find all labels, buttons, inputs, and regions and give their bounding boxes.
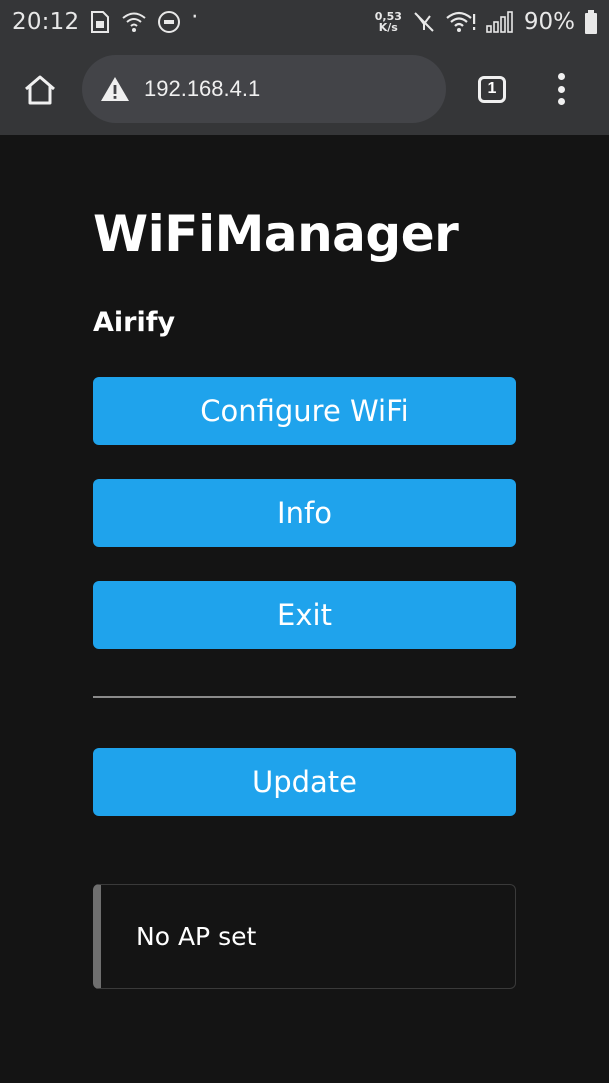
more-menu-icon-dot (557, 98, 565, 105)
status-bar: 20:12 · 0,53 K/s 90% (0, 0, 609, 44)
device-name: Airify (93, 307, 176, 338)
status-message: No AP set (136, 922, 257, 951)
home-icon (25, 75, 55, 105)
more-menu-icon-dot (557, 73, 565, 80)
browser-toolbar: 192.168.4.1 1 (0, 44, 609, 135)
address-bar[interactable]: 192.168.4.1 (82, 55, 446, 123)
tab-count: 1 (487, 80, 497, 97)
update-button[interactable]: Update (93, 748, 516, 816)
battery-icon (585, 10, 597, 34)
message-icon (157, 10, 181, 34)
speed-icon: 0,53 K/s (375, 11, 402, 33)
status-message-box: No AP set (93, 884, 516, 989)
status-left: 20:12 · (12, 5, 199, 36)
status-right: 0,53 K/s 90% (375, 9, 597, 35)
more-menu-icon-dot (557, 85, 565, 93)
exit-button[interactable]: Exit (93, 581, 516, 649)
more-menu-button[interactable] (545, 69, 577, 109)
mute-icon (412, 10, 436, 34)
sim-card-icon (89, 10, 111, 34)
configure-wifi-button[interactable]: Configure WiFi (93, 377, 516, 445)
dot-icon: · (191, 5, 199, 30)
warning-icon[interactable] (100, 76, 130, 102)
signal-icon (486, 11, 514, 33)
wifi-calling-icon (121, 11, 147, 33)
tabs-icon: 1 (478, 75, 506, 103)
tabs-button[interactable]: 1 (474, 73, 510, 105)
speed-unit: K/s (378, 21, 398, 34)
home-button[interactable] (20, 70, 60, 110)
page-title: WiFiManager (93, 205, 459, 263)
battery-percent: 90% (523, 9, 575, 35)
status-time: 20:12 (12, 9, 80, 35)
url-text[interactable]: 192.168.4.1 (144, 76, 260, 102)
divider (93, 696, 516, 698)
wifi-icon (446, 11, 476, 33)
info-button[interactable]: Info (93, 479, 516, 547)
